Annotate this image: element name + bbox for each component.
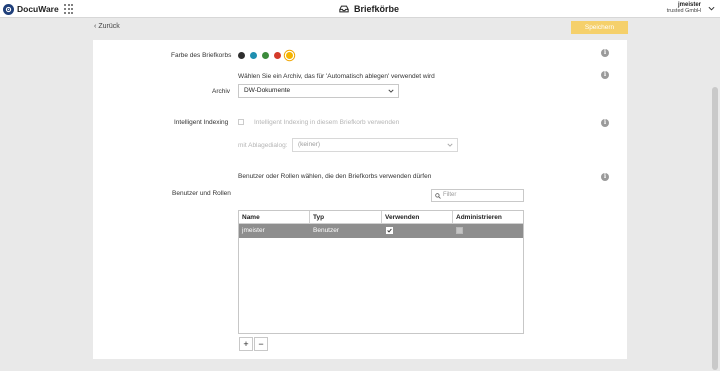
archive-value: DW-Dokumente [244,87,291,94]
top-bar: DocuWare Briefkörbe jmeister trusted Gmb… [0,0,720,18]
chevron-down-icon [388,89,394,93]
user-menu[interactable]: jmeister trusted GmbH [667,2,701,14]
users-hint: Benutzer oder Rollen wählen, die den Bri… [238,173,432,180]
info-icon[interactable]: i [601,71,609,79]
add-user-button[interactable]: + [239,337,253,351]
archive-label: Archiv [212,88,231,95]
dialog-select[interactable]: (keiner) [292,138,458,152]
chevron-down-icon [447,143,453,147]
chevron-left-icon: ‹ [94,23,97,30]
back-label: Zurück [98,23,120,30]
back-link[interactable]: ‹ Zurück [94,23,120,30]
search-icon [435,193,441,199]
cell-name: jmeister [242,227,265,234]
remove-user-button[interactable]: − [254,337,268,351]
table-row[interactable]: jmeister Benutzer [239,224,523,238]
settings-card: Farbe des Briefkorbs i Wählen Sie ein Ar… [93,40,627,359]
indexing-checkbox[interactable] [238,119,244,125]
filter-placeholder: Filter [443,192,457,198]
color-label: Farbe des Briefkorbs [171,52,232,59]
archive-hint: Wählen Sie ein Archiv, das für 'Automati… [238,73,435,80]
docuware-logo[interactable]: DocuWare [3,3,59,15]
filter-input[interactable]: Filter [431,189,524,202]
indexing-label: Intelligent Indexing [174,119,229,126]
color-swatch-yellow[interactable] [286,52,293,59]
column-header-name[interactable]: Name [239,211,310,224]
color-swatch-blue[interactable] [250,52,257,59]
info-icon[interactable]: i [601,49,609,57]
indexing-checkbox-label: Intelligent Indexing in diesem Briefkorb… [254,119,400,126]
dialog-label: mit Ablagedialog: [238,142,288,149]
scrollbar-thumb[interactable] [712,87,718,370]
use-checkbox[interactable] [386,227,393,234]
cell-admin [453,224,523,238]
dialog-value: (keiner) [298,141,321,148]
check-icon [387,228,392,233]
table-header: Name Typ Verwenden Administrieren [239,211,523,224]
cell-type: Benutzer [313,227,340,234]
app-grid-icon[interactable] [64,4,74,14]
logo-text: DocuWare [17,4,59,14]
column-header-use[interactable]: Verwenden [382,211,453,224]
color-swatch-black[interactable] [238,52,245,59]
archive-select[interactable]: DW-Dokumente [238,84,399,98]
users-label: Benutzer und Rollen [172,190,231,197]
admin-checkbox[interactable] [456,227,463,234]
column-header-admin[interactable]: Administrieren [453,211,523,224]
column-header-type[interactable]: Typ [310,211,382,224]
cell-use [382,224,453,238]
chevron-down-icon[interactable] [708,5,715,12]
color-swatch-green[interactable] [262,52,269,59]
color-swatch-red[interactable] [274,52,281,59]
users-table: Name Typ Verwenden Administrieren jmeist… [238,210,524,334]
tray-icon [339,5,349,13]
info-icon[interactable]: i [601,119,609,127]
page-title: Briefkörbe [354,4,400,14]
page-title-wrap: Briefkörbe [339,3,399,15]
info-icon[interactable]: i [601,173,609,181]
user-org: trusted GmbH [666,8,701,14]
save-button[interactable]: Speichern [571,21,628,34]
logo-icon [3,3,14,15]
